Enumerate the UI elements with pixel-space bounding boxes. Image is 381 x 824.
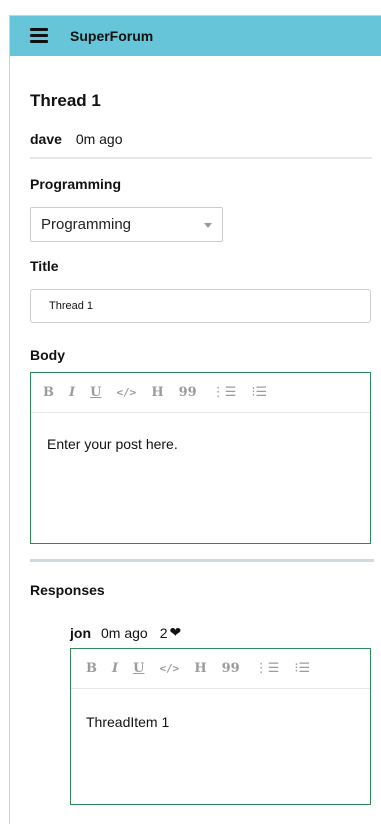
divider — [30, 559, 374, 562]
underline-button[interactable]: U — [90, 385, 101, 400]
quote-button[interactable]: 99 — [179, 385, 197, 400]
category-select[interactable]: Programming — [30, 207, 223, 242]
code-button[interactable]: </> — [116, 386, 136, 399]
italic-button[interactable]: I — [69, 385, 75, 400]
thread-author[interactable]: dave — [30, 131, 62, 147]
code-button[interactable]: </> — [159, 662, 179, 675]
response-body[interactable]: ThreadItem 1 — [71, 689, 370, 755]
body-editor[interactable]: B I U </> H 99 ⋮☰ ⁝☰ Enter your post her… — [30, 372, 371, 544]
app-frame: SuperForum Thread 1 dave 0m ago Programm… — [9, 15, 381, 824]
heading-button[interactable]: H — [194, 661, 206, 676]
bulleted-list-button[interactable]: ⁝☰ — [294, 661, 310, 676]
heart-icon[interactable]: ❤ — [170, 624, 182, 641]
navbar: SuperForum — [10, 16, 381, 56]
thread-title: Thread 1 — [30, 91, 101, 110]
editor-toolbar: B I U </> H 99 ⋮☰ ⁝☰ — [31, 373, 370, 413]
ordered-list-button[interactable]: ⋮☰ — [255, 661, 280, 676]
brand-title[interactable]: SuperForum — [70, 28, 153, 44]
title-label: Title — [30, 258, 59, 274]
quote-button[interactable]: 99 — [222, 661, 240, 676]
bulleted-list-button[interactable]: ⁝☰ — [251, 385, 267, 400]
response-editor[interactable]: B I U </> H 99 ⋮☰ ⁝☰ ThreadItem 1 — [70, 648, 371, 805]
ordered-list-button[interactable]: ⋮☰ — [212, 385, 237, 400]
italic-button[interactable]: I — [112, 661, 118, 676]
heading-button[interactable]: H — [151, 385, 163, 400]
response-time: 0m ago — [101, 624, 148, 641]
bold-button[interactable]: B — [86, 661, 97, 676]
responses-label: Responses — [30, 582, 105, 598]
divider — [30, 157, 372, 159]
response-likes-count: 2 — [159, 624, 168, 641]
thread-time: 0m ago — [75, 131, 123, 147]
hamburger-menu-icon[interactable] — [30, 28, 48, 43]
thread-meta: dave 0m ago — [30, 131, 123, 147]
response-author[interactable]: jon — [70, 625, 91, 641]
response-meta: jon 0m ago 2 ❤ — [70, 624, 181, 641]
category-label: Programming — [30, 176, 122, 192]
category-selected-value: Programming — [41, 216, 132, 233]
chevron-down-icon — [204, 223, 212, 228]
editor-toolbar: B I U </> H 99 ⋮☰ ⁝☰ — [71, 649, 370, 689]
body-editor-content[interactable]: Enter your post here. — [31, 413, 370, 475]
title-input[interactable] — [30, 289, 371, 323]
body-label: Body — [30, 347, 65, 363]
underline-button[interactable]: U — [133, 661, 144, 676]
bold-button[interactable]: B — [43, 385, 54, 400]
